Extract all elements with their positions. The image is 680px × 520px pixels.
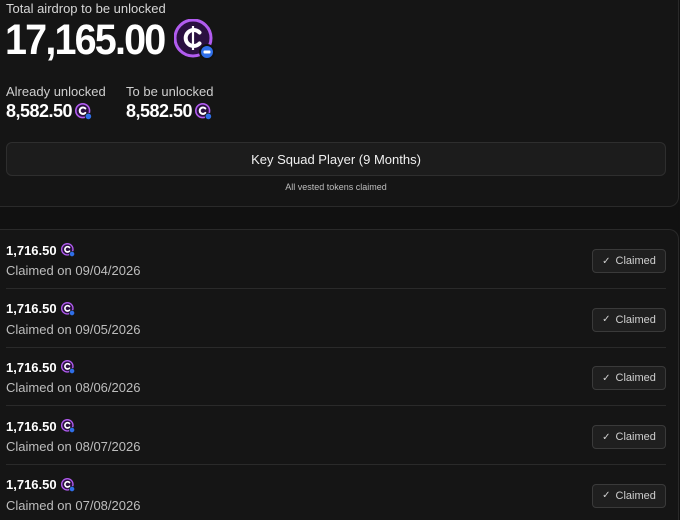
- claim-amount: 1,716.50: [6, 301, 57, 317]
- tier-button[interactable]: Key Squad Player (9 Months): [6, 142, 666, 176]
- total-airdrop-label: Total airdrop to be unlocked: [6, 1, 166, 16]
- check-icon: ✓: [602, 314, 611, 326]
- claim-row: 1,716.50 Claimed on 07/08/2026 ✓ Claimed: [0, 466, 672, 520]
- claimed-status-label: Claimed: [615, 489, 656, 502]
- claim-row: 1,716.50 Claimed on 08/06/2026 ✓ Claimed: [0, 348, 672, 407]
- claim-row: 1,716.50 Claimed on 08/07/2026 ✓ Claimed: [0, 407, 672, 466]
- claim-row: 1,716.50 Claimed on 09/05/2026 ✓ Claimed: [0, 290, 672, 348]
- claimed-status-button[interactable]: ✓ Claimed: [592, 366, 666, 391]
- check-icon: ✓: [602, 431, 611, 443]
- claimed-status-button[interactable]: ✓ Claimed: [592, 249, 666, 273]
- airdrop-summary-card: Total airdrop to be unlocked 17,165.00 A…: [0, 0, 679, 207]
- token-coin-icon: [60, 477, 75, 492]
- claim-amount: 1,716.50: [6, 242, 57, 258]
- claim-amount-row: 1,716.50: [6, 359, 75, 375]
- to-be-unlocked-block: To be unlocked 8,582.50: [126, 84, 213, 121]
- claims-list: 1,716.50 Claimed on 09/04/2026 ✓ Claimed…: [0, 229, 679, 520]
- claim-date: Claimed on 07/08/2026: [6, 497, 141, 513]
- token-coin-icon: [174, 19, 216, 61]
- check-icon: ✓: [602, 490, 611, 502]
- check-icon: ✓: [602, 372, 611, 384]
- claimed-status-label: Claimed: [615, 372, 656, 385]
- airdrop-page: Total airdrop to be unlocked 17,165.00 A…: [0, 0, 680, 520]
- token-coin-icon: [60, 360, 75, 375]
- already-unlocked-block: Already unlocked 8,582.50: [6, 84, 106, 121]
- to-be-unlocked-value: 8,582.50: [126, 100, 193, 121]
- claim-amount-row: 1,716.50: [6, 301, 75, 317]
- claim-amount-row: 1,716.50: [6, 477, 75, 493]
- claim-amount: 1,716.50: [6, 418, 57, 434]
- already-unlocked-row: 8,582.50: [6, 101, 106, 121]
- vested-status-note: All vested tokens claimed: [285, 182, 387, 192]
- to-be-unlocked-label: To be unlocked: [126, 84, 214, 99]
- claim-date: Claimed on 09/05/2026: [6, 321, 141, 337]
- token-coin-icon: [60, 243, 75, 257]
- claim-row: 1,716.50 Claimed on 09/04/2026 ✓ Claimed: [0, 231, 672, 289]
- claim-amount: 1,716.50: [6, 477, 57, 493]
- already-unlocked-value: 8,582.50: [6, 100, 73, 121]
- to-be-unlocked-row: 8,582.50: [126, 101, 213, 121]
- claimed-status-label: Claimed: [615, 431, 656, 444]
- total-airdrop-row: 17,165.00: [5, 17, 216, 63]
- total-airdrop-value: 17,165.00: [5, 16, 166, 64]
- claimed-status-label: Claimed: [615, 255, 656, 267]
- token-coin-icon: [60, 301, 75, 316]
- claimed-status-button[interactable]: ✓ Claimed: [592, 425, 666, 450]
- claimed-status-label: Claimed: [615, 313, 656, 326]
- token-coin-icon: [60, 419, 75, 434]
- claim-amount: 1,716.50: [6, 359, 57, 375]
- claimed-status-button[interactable]: ✓ Claimed: [592, 307, 666, 332]
- claim-amount-row: 1,716.50: [6, 418, 75, 434]
- claim-amount-row: 1,716.50: [6, 242, 75, 258]
- claimed-status-button[interactable]: ✓ Claimed: [592, 483, 666, 508]
- already-unlocked-label: Already unlocked: [6, 84, 106, 99]
- token-coin-icon: [75, 102, 93, 120]
- token-coin-icon: [195, 102, 213, 120]
- claim-date: Claimed on 08/06/2026: [6, 380, 141, 396]
- claim-date: Claimed on 08/07/2026: [6, 439, 141, 455]
- claim-date: Claimed on 09/04/2026: [6, 263, 141, 278]
- check-icon: ✓: [602, 255, 611, 267]
